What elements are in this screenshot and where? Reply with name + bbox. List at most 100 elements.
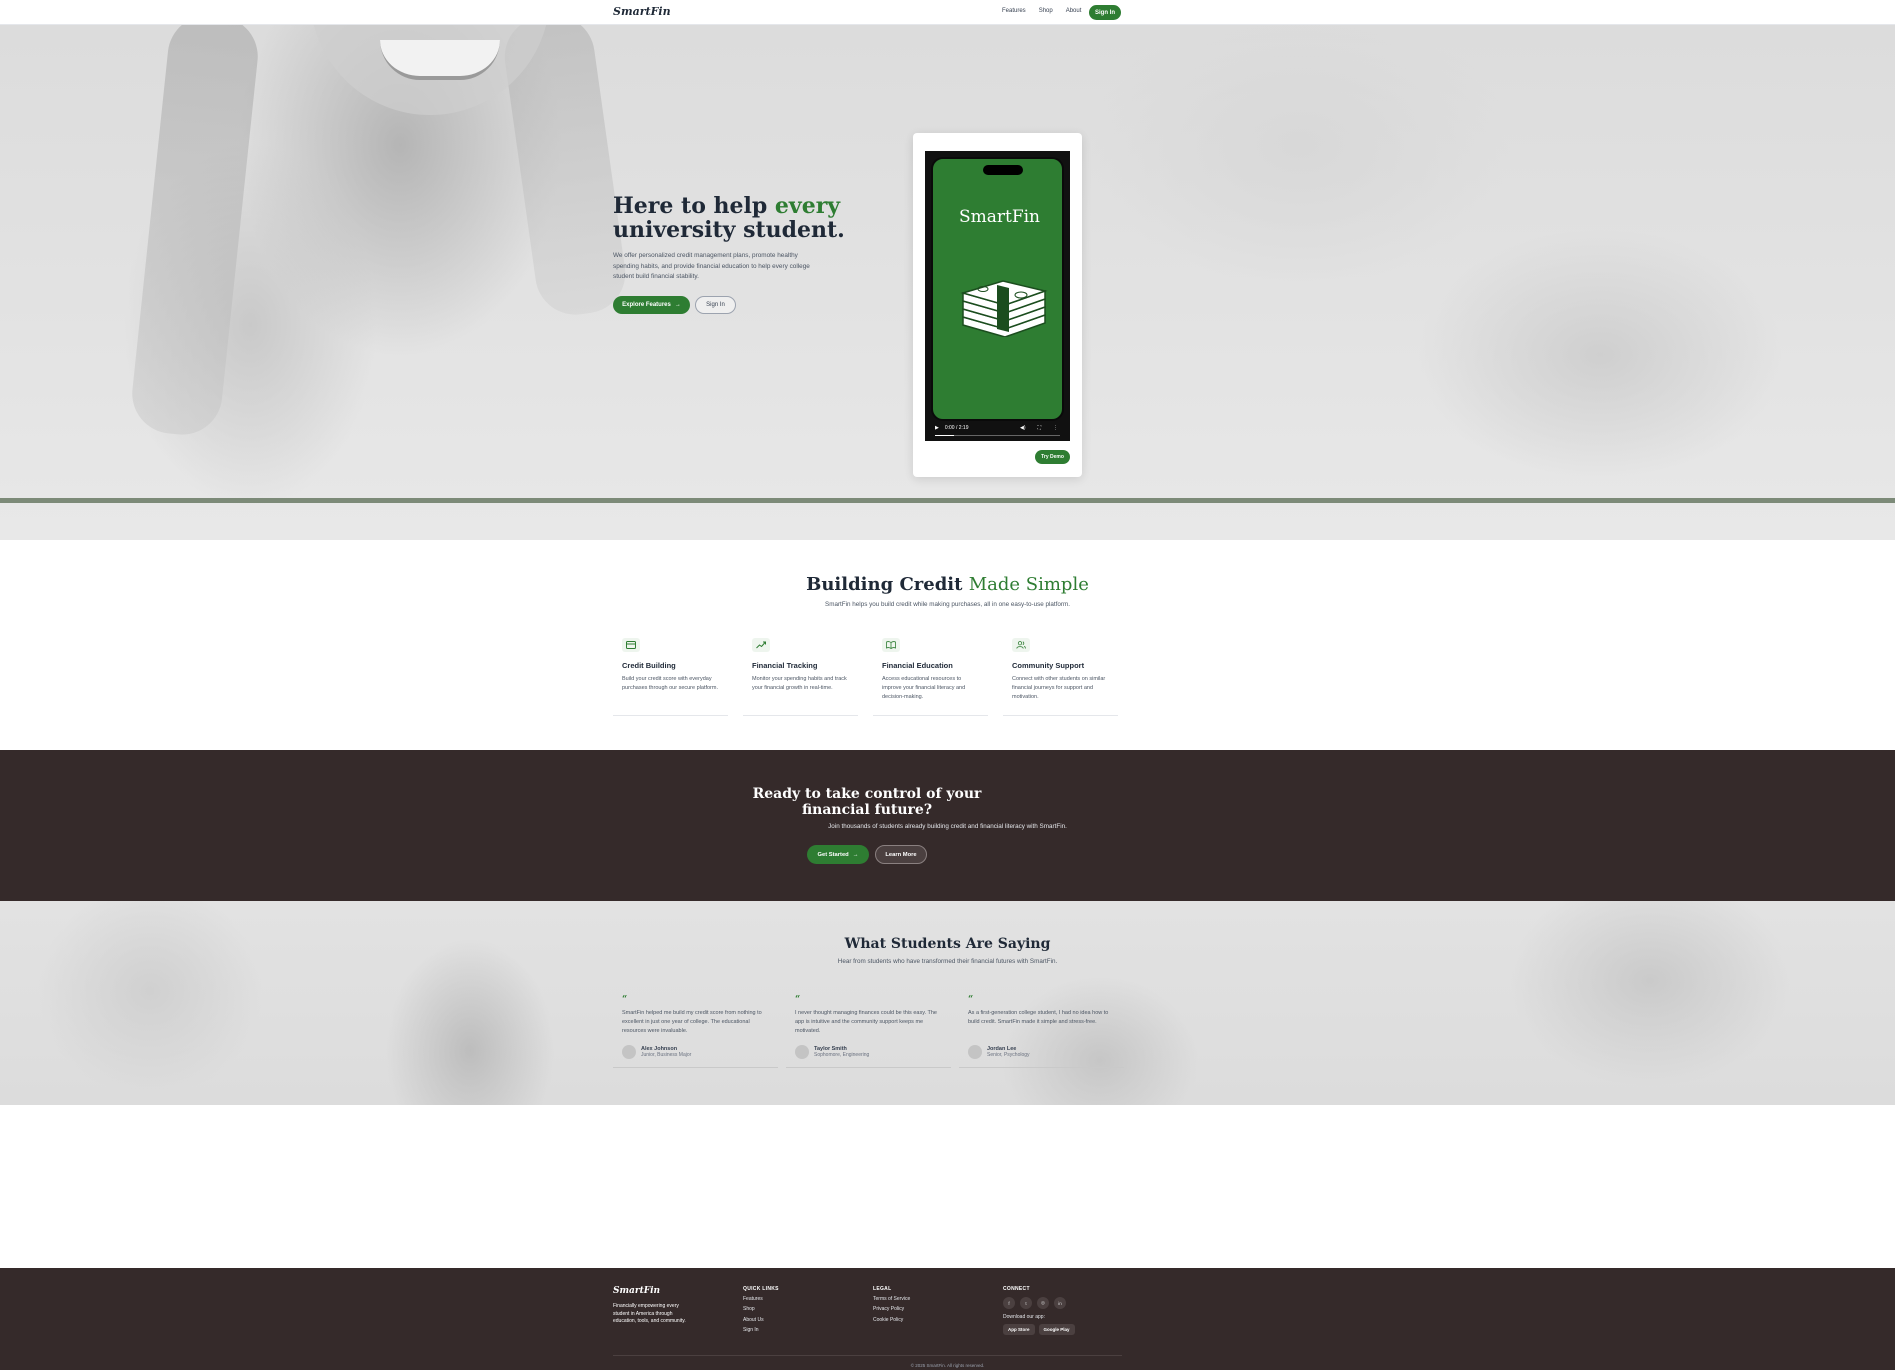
testimonial-text: SmartFin helped me build my credit score… xyxy=(622,1010,762,1034)
footer-quick-links: QUICK LINKS Features Shop About Us Sign … xyxy=(743,1286,779,1334)
footer-link-signin[interactable]: Sign In xyxy=(743,1327,779,1334)
demo-card: SmartFin ▶ 0:00 / 2:19 ◀) ⛶ ⋮ Try Demo xyxy=(913,133,1082,477)
footer-link-terms[interactable]: Terms of Service xyxy=(873,1296,910,1303)
footer-logo[interactable]: SmartFin xyxy=(613,1286,660,1296)
hero-description: We offer personalized credit management … xyxy=(613,252,810,280)
money-stack-icon xyxy=(959,277,1049,342)
footer-link-shop[interactable]: Shop xyxy=(743,1306,779,1313)
feature-description: Monitor your spending habits and track y… xyxy=(752,676,847,691)
app-store-button[interactable]: App Store xyxy=(1003,1324,1035,1335)
footer-col-title: QUICK LINKS xyxy=(743,1286,779,1292)
testimonials-section: What Students Are Saying Hear from stude… xyxy=(0,901,1895,1105)
download-label: Download our app: xyxy=(1003,1314,1045,1320)
testimonial-author: Jordan Lee Senior, Psychology xyxy=(968,1045,1030,1059)
navbar-logo[interactable]: SmartFin xyxy=(613,5,671,18)
features-section: Building Credit Made Simple SmartFin hel… xyxy=(0,540,1895,750)
social-links: f t ◎ in xyxy=(1003,1297,1075,1309)
get-started-button[interactable]: Get Started → xyxy=(807,845,869,864)
explore-features-label: Explore Features xyxy=(622,302,671,308)
quote-icon: “ xyxy=(622,995,628,1005)
footer-col-title: LEGAL xyxy=(873,1286,892,1292)
fullscreen-icon[interactable]: ⛶ xyxy=(1037,425,1041,431)
testimonial-card: “ SmartFin helped me build my credit sco… xyxy=(613,995,778,1068)
google-play-button[interactable]: Google Play xyxy=(1038,1324,1075,1335)
features-title-pre: Building Credit xyxy=(806,574,969,595)
video-time: 0:00 / 2:19 xyxy=(944,425,969,431)
footer-link-cookies[interactable]: Cookie Policy xyxy=(873,1317,910,1324)
feature-title: Financial Education xyxy=(882,661,953,670)
footer-tagline: Financially empowering every student in … xyxy=(613,1303,686,1324)
author-role: Senior, Psychology xyxy=(987,1052,1030,1058)
testimonials-subtitle: Hear from students who have transformed … xyxy=(837,958,1058,965)
facebook-icon[interactable]: f xyxy=(1003,1297,1015,1309)
footer-link-privacy[interactable]: Privacy Policy xyxy=(873,1306,910,1313)
nav-signin-button[interactable]: Sign In xyxy=(1089,5,1121,20)
hero-title-post: university student. xyxy=(613,217,845,243)
get-started-label: Get Started xyxy=(817,851,849,858)
features-subtitle: SmartFin helps you build credit while ma… xyxy=(825,601,1070,608)
features-title: Building Credit Made Simple xyxy=(0,574,1895,595)
avatar xyxy=(968,1045,982,1059)
more-options-icon[interactable]: ⋮ xyxy=(1053,425,1058,431)
testimonial-card: “ I never thought managing finances coul… xyxy=(786,995,951,1068)
feature-description: Access educational resources to improve … xyxy=(882,676,966,700)
cta-title: Ready to take control of your financial … xyxy=(752,786,982,818)
credit-card-icon xyxy=(622,638,640,652)
testimonial-text: I never thought managing finances could … xyxy=(795,1010,937,1034)
demo-video[interactable]: SmartFin ▶ 0:00 / 2:19 ◀) ⛶ ⋮ xyxy=(925,151,1070,441)
nav-link-shop[interactable]: Shop xyxy=(1039,8,1053,14)
feature-card-community-support: Community Support Connect with other stu… xyxy=(1003,638,1118,716)
footer-legal: LEGAL Terms of Service Privacy Policy Co… xyxy=(873,1286,910,1324)
hero-signin-button[interactable]: Sign In xyxy=(695,296,736,314)
hero-title-pre: Here to help xyxy=(613,193,775,219)
footer-link-features[interactable]: Features xyxy=(743,1296,779,1303)
hero-title: Here to help every university student. xyxy=(613,194,853,242)
feature-title: Credit Building xyxy=(622,661,676,670)
avatar xyxy=(622,1045,636,1059)
testimonial-author: Taylor Smith Sophomore, Engineering xyxy=(795,1045,869,1059)
arrow-right-icon: → xyxy=(852,851,859,858)
features-title-accent: Made Simple xyxy=(968,574,1089,595)
video-progress-fill xyxy=(935,435,954,436)
footer-col-title: CONNECT xyxy=(1003,1286,1030,1292)
hero-title-accent: every xyxy=(774,193,841,219)
top-navbar: SmartFin Features Shop About Sign In xyxy=(0,0,1895,25)
cta-section: Ready to take control of your financial … xyxy=(0,750,1895,901)
nav-links: Features Shop About xyxy=(1002,8,1081,14)
quote-icon: “ xyxy=(968,995,974,1005)
feature-title: Community Support xyxy=(1012,661,1085,670)
explore-features-button[interactable]: Explore Features → xyxy=(613,296,690,314)
phone-screen: SmartFin xyxy=(931,157,1064,421)
hero-background-photo xyxy=(128,25,262,439)
arrow-right-icon: → xyxy=(674,302,681,308)
volume-icon[interactable]: ◀) xyxy=(1020,425,1026,431)
nav-link-features[interactable]: Features xyxy=(1002,8,1026,14)
testimonial-text: As a first-generation college student, I… xyxy=(968,1010,1109,1025)
users-icon xyxy=(1012,638,1030,652)
linkedin-icon[interactable]: in xyxy=(1054,1297,1066,1309)
hero-divider xyxy=(0,498,1895,503)
feature-title: Financial Tracking xyxy=(752,661,818,670)
testimonials-title: What Students Are Saying xyxy=(844,936,1051,952)
cta-subtitle: Join thousands of students already build… xyxy=(828,823,1067,830)
footer-link-about[interactable]: About Us xyxy=(743,1317,779,1324)
twitter-icon[interactable]: t xyxy=(1020,1297,1032,1309)
footer: SmartFin Financially empowering every st… xyxy=(0,1268,1895,1370)
learn-more-button[interactable]: Learn More xyxy=(875,845,927,864)
hero-section: SmartFin ▶ 0:00 / 2:19 ◀) ⛶ ⋮ Try Demo xyxy=(0,25,1895,540)
author-role: Junior, Business Major xyxy=(641,1052,692,1058)
copyright: © 2025 SmartFin. All rights reserved. xyxy=(910,1363,985,1368)
feature-description: Build your credit score with everyday pu… xyxy=(622,676,718,691)
testimonial-card: “ As a first-generation college student,… xyxy=(959,995,1124,1068)
play-icon[interactable]: ▶ xyxy=(935,425,939,431)
video-progress-bar[interactable] xyxy=(935,435,1060,436)
footer-divider xyxy=(613,1355,1122,1356)
video-brand-title: SmartFin xyxy=(958,207,1041,227)
avatar xyxy=(795,1045,809,1059)
author-role: Sophomore, Engineering xyxy=(814,1052,870,1058)
trending-up-icon xyxy=(752,638,770,652)
nav-link-about[interactable]: About xyxy=(1066,8,1082,14)
instagram-icon[interactable]: ◎ xyxy=(1037,1297,1049,1309)
testimonial-author: Alex Johnson Junior, Business Major xyxy=(622,1045,691,1059)
try-demo-button[interactable]: Try Demo xyxy=(1035,450,1070,464)
